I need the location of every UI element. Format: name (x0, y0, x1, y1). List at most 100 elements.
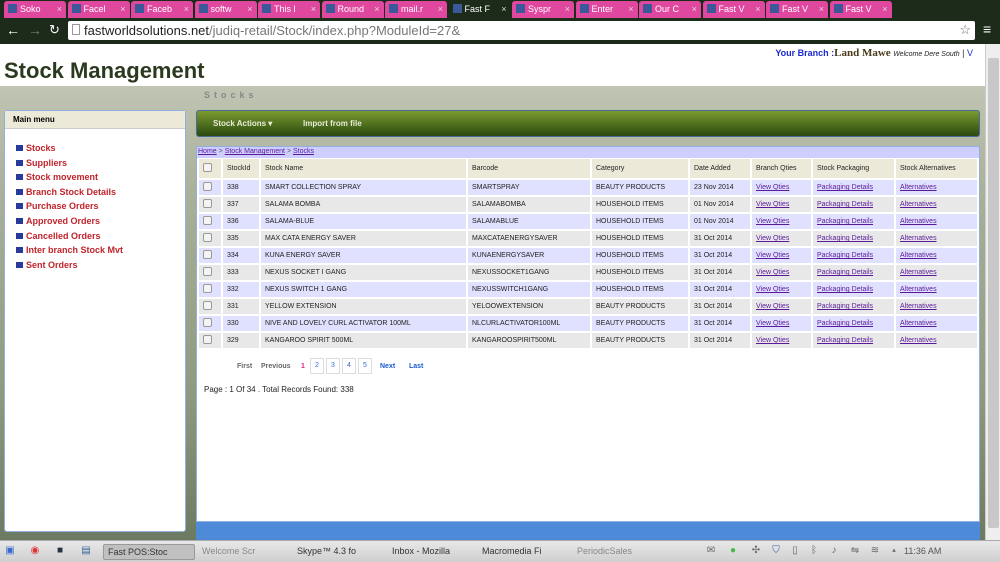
close-tab-icon[interactable]: × (501, 4, 506, 14)
page-5-link[interactable]: 5 (358, 358, 372, 374)
mail-icon[interactable]: ✉ (705, 545, 717, 557)
last-page-link[interactable]: Last (409, 363, 423, 370)
alternatives-link[interactable]: Alternatives (900, 218, 937, 225)
row-checkbox[interactable] (203, 216, 212, 225)
row-checkbox[interactable] (203, 284, 212, 293)
next-page-link[interactable]: Next (380, 363, 395, 370)
browser-tab[interactable]: Fast V × (766, 1, 828, 18)
row-checkbox[interactable] (203, 250, 212, 259)
back-icon[interactable]: ← (6, 22, 20, 38)
alternatives-link[interactable]: Alternatives (900, 286, 937, 293)
wifi-icon[interactable]: ≋ (869, 545, 881, 557)
browser-tab[interactable]: Our C × (639, 1, 701, 18)
taskbar-item[interactable]: Inbox - Mozilla (388, 544, 480, 560)
qties-link[interactable]: View Qties (756, 218, 789, 225)
row-checkbox[interactable] (203, 335, 212, 344)
qties-link[interactable]: View Qties (756, 337, 789, 344)
browser-tab[interactable]: softw × (194, 1, 257, 18)
row-checkbox[interactable] (203, 233, 212, 242)
sidebar-item[interactable]: Branch Stock Details (16, 187, 116, 197)
browser-tab[interactable]: Faceb × (131, 1, 193, 18)
sidebar-item[interactable]: Suppliers (16, 158, 67, 168)
sidebar-item[interactable]: Purchase Orders (16, 201, 99, 211)
skype-tray-icon[interactable]: ● (727, 545, 739, 557)
browser-tab[interactable]: Fast V × (829, 1, 892, 18)
close-tab-icon[interactable]: × (120, 4, 125, 14)
row-checkbox[interactable] (203, 267, 212, 276)
forward-icon[interactable]: → (28, 22, 42, 38)
alternatives-link[interactable]: Alternatives (900, 269, 937, 276)
browser-tab[interactable]: Syspr × (512, 1, 574, 18)
alternatives-link[interactable]: Alternatives (900, 337, 937, 344)
packaging-link[interactable]: Packaging Details (817, 184, 873, 191)
browser-tab[interactable]: Round × (321, 1, 384, 18)
select-all-checkbox[interactable] (203, 163, 212, 172)
sidebar-item[interactable]: Stocks (16, 143, 56, 153)
bookmark-star-icon[interactable]: ☆ (959, 22, 971, 38)
close-tab-icon[interactable]: × (628, 4, 633, 14)
packaging-link[interactable]: Packaging Details (817, 201, 873, 208)
alternatives-link[interactable]: Alternatives (900, 252, 937, 259)
row-checkbox[interactable] (203, 301, 212, 310)
shield-icon[interactable]: ⛉ (770, 545, 782, 557)
sidebar-item[interactable]: Sent Orders (16, 260, 78, 270)
reload-icon[interactable]: ↻ (49, 22, 60, 38)
packaging-link[interactable]: Packaging Details (817, 337, 873, 344)
row-checkbox[interactable] (203, 182, 212, 191)
previous-page-link[interactable]: Previous (261, 363, 291, 370)
breadcrumb-stock-management[interactable]: Stock Management (225, 148, 285, 155)
bluetooth-icon[interactable]: ᛒ (808, 545, 820, 557)
page-2-link[interactable]: 2 (310, 358, 324, 374)
network-manager-icon[interactable]: ✣ (750, 545, 762, 557)
sidebar-item[interactable]: Approved Orders (16, 216, 100, 226)
browser-tab[interactable]: Soko × (4, 1, 66, 18)
close-tab-icon[interactable]: × (438, 4, 443, 14)
usb-icon[interactable]: ⇋ (849, 545, 861, 557)
alternatives-link[interactable]: Alternatives (900, 184, 937, 191)
taskbar-item[interactable]: Skype™ 4.3 fo (293, 544, 385, 560)
packaging-link[interactable]: Packaging Details (817, 286, 873, 293)
import-from-file-button[interactable]: Import from file (303, 119, 362, 128)
close-tab-icon[interactable]: × (565, 4, 570, 14)
alternatives-link[interactable]: Alternatives (900, 201, 937, 208)
qties-link[interactable]: View Qties (756, 303, 789, 310)
breadcrumb-home[interactable]: Home (198, 148, 217, 155)
browser-tab[interactable]: Facel × (67, 1, 130, 18)
volume-icon[interactable]: ♪ (828, 545, 840, 557)
breadcrumb-stocks[interactable]: Stocks (293, 148, 314, 155)
close-tab-icon[interactable]: × (692, 4, 697, 14)
alternatives-link[interactable]: Alternatives (900, 235, 937, 242)
row-checkbox[interactable] (203, 318, 212, 327)
files-launcher-icon[interactable]: ▤ (80, 545, 92, 557)
packaging-link[interactable]: Packaging Details (817, 269, 873, 276)
close-tab-icon[interactable]: × (311, 4, 316, 14)
page-3-link[interactable]: 3 (326, 358, 340, 374)
close-tab-icon[interactable]: × (184, 4, 189, 14)
clock[interactable]: 11:36 AM (904, 546, 941, 556)
sidebar-item[interactable]: Inter branch Stock Mvt (16, 245, 123, 255)
close-tab-icon[interactable]: × (247, 4, 252, 14)
sidebar-item[interactable]: Cancelled Orders (16, 231, 101, 241)
stock-actions-menu[interactable]: Stock Actions ▾ (213, 119, 272, 128)
packaging-link[interactable]: Packaging Details (817, 320, 873, 327)
row-checkbox[interactable] (203, 199, 212, 208)
page-scrollbar[interactable] (985, 44, 1000, 540)
battery-icon[interactable]: ▯ (789, 545, 801, 557)
close-tab-icon[interactable]: × (755, 4, 760, 14)
packaging-link[interactable]: Packaging Details (817, 235, 873, 242)
qties-link[interactable]: View Qties (756, 235, 789, 242)
close-tab-icon[interactable]: × (819, 4, 824, 14)
page-4-link[interactable]: 4 (342, 358, 356, 374)
close-tab-icon[interactable]: × (374, 4, 379, 14)
taskbar-item[interactable]: PeriodicSales (573, 544, 665, 560)
menu-icon[interactable]: ≡ (983, 21, 991, 37)
browser-tab[interactable]: Fast V × (702, 1, 765, 18)
packaging-link[interactable]: Packaging Details (817, 303, 873, 310)
sidebar-item[interactable]: Stock movement (16, 172, 98, 182)
taskbar-item[interactable]: Fast POS:Stoc (103, 544, 195, 560)
qties-link[interactable]: View Qties (756, 286, 789, 293)
scrollbar-thumb[interactable] (988, 58, 999, 528)
qties-link[interactable]: View Qties (756, 252, 789, 259)
alternatives-link[interactable]: Alternatives (900, 320, 937, 327)
first-page-link[interactable]: First (237, 363, 252, 370)
